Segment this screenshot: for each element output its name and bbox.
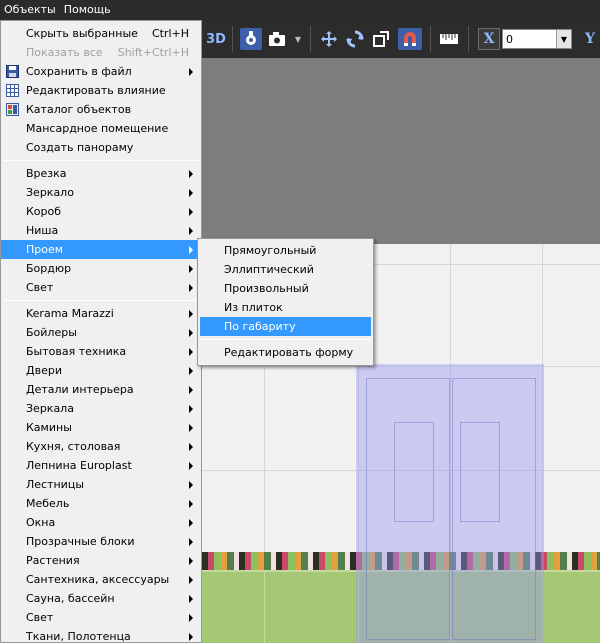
menubar: Объекты Помощь [0, 0, 600, 20]
menu-item-catalog-12[interactable]: Прозрачные блоки [1, 532, 201, 551]
menu-item-show-all: Показать все Shift+Ctrl+H [26, 46, 189, 59]
submenu-item-elliptical[interactable]: Эллиптический [200, 260, 371, 279]
grid-icon [6, 84, 19, 97]
menu-item-niche[interactable]: Ниша [1, 221, 201, 240]
submenu-arrow-icon [189, 500, 193, 508]
door-opening-preview[interactable] [356, 364, 544, 643]
menu-item-catalog-1[interactable]: Бойлеры [1, 323, 201, 342]
submenu-item-rectangular[interactable]: Прямоугольный [200, 241, 371, 260]
submenu-arrow-icon [189, 348, 193, 356]
submenu-arrow-icon [189, 246, 193, 254]
menu-item-object-catalog[interactable]: Каталог объектов [1, 100, 201, 119]
submenu-arrow-icon [189, 310, 193, 318]
scale-icon[interactable] [370, 28, 392, 50]
toolbar: 3D ▼ X 0 ▼ Y [202, 20, 600, 58]
menu-item-opening[interactable]: Проем [1, 240, 201, 259]
magnet-icon[interactable] [398, 28, 422, 50]
menu-item-catalog-14[interactable]: Сантехника, аксессуары [1, 570, 201, 589]
menu-item-catalog-0[interactable]: Kerama Marazzi [1, 304, 201, 323]
submenu-arrow-icon [189, 424, 193, 432]
menu-item-catalog-5[interactable]: Зеркала [1, 399, 201, 418]
x-value[interactable]: 0 [503, 33, 556, 46]
menu-item-insert[interactable]: Врезка [1, 164, 201, 183]
submenu-arrow-icon [189, 284, 193, 292]
x-axis-label: X [478, 28, 500, 50]
light-bulb-icon[interactable] [240, 28, 262, 50]
submenu-arrow-icon [189, 595, 193, 603]
move-icon[interactable] [318, 28, 340, 50]
submenu-arrow-icon [189, 576, 193, 584]
chevron-down-icon[interactable]: ▼ [556, 30, 571, 48]
menu-item-catalog-3[interactable]: Двери [1, 361, 201, 380]
menu-separator [3, 300, 199, 301]
menu-help[interactable]: Помощь [60, 0, 115, 20]
toolbar-separator [232, 26, 233, 52]
submenu-arrow-icon [189, 557, 193, 565]
submenu-arrow-icon [189, 386, 193, 394]
menu-item-save-to-file[interactable]: Сохранить в файл [1, 62, 201, 81]
menu-separator [200, 339, 371, 340]
ruler-icon[interactable] [438, 28, 460, 50]
submenu-arrow-icon [189, 405, 193, 413]
menu-item-catalog-13[interactable]: Растения [1, 551, 201, 570]
submenu-item-arbitrary[interactable]: Произвольный [200, 279, 371, 298]
menu-item-attic-room[interactable]: Мансардное помещение [1, 119, 201, 138]
x-value-combobox[interactable]: 0 ▼ [502, 29, 572, 49]
save-icon [6, 65, 19, 78]
submenu-arrow-icon [189, 538, 193, 546]
submenu-arrow-icon [189, 367, 193, 375]
menu-separator [3, 160, 199, 161]
objects-menu: Скрыть выбранные Ctrl+H Показать все Shi… [0, 20, 202, 643]
menu-item-border[interactable]: Бордюр [1, 259, 201, 278]
submenu-item-by-dimensions[interactable]: По габариту [200, 317, 371, 336]
submenu-arrow-icon [189, 329, 193, 337]
toolbar-separator [310, 26, 311, 52]
submenu-arrow-icon [189, 443, 193, 451]
submenu-arrow-icon [189, 481, 193, 489]
menu-item-catalog-6[interactable]: Камины [1, 418, 201, 437]
menu-item-catalog-9[interactable]: Лестницы [1, 475, 201, 494]
camera-dropdown-icon[interactable]: ▼ [292, 28, 304, 50]
rotate-icon[interactable] [344, 28, 366, 50]
menu-item-catalog-17[interactable]: Ткани, Полотенца [1, 627, 201, 642]
submenu-arrow-icon [189, 227, 193, 235]
catalog-icon [6, 103, 19, 116]
menu-item-mirror[interactable]: Зеркало [1, 183, 201, 202]
submenu-arrow-icon [189, 189, 193, 197]
menu-item-catalog-8[interactable]: Лепнина Europlast [1, 456, 201, 475]
menu-item-catalog-15[interactable]: Сауна, бассейн [1, 589, 201, 608]
opening-submenu: Прямоугольный Эллиптический Произвольный… [197, 238, 374, 366]
menu-item-catalog-7[interactable]: Кухня, столовая [1, 437, 201, 456]
submenu-arrow-icon [189, 633, 193, 641]
menu-item-box[interactable]: Короб [1, 202, 201, 221]
submenu-arrow-icon [189, 208, 193, 216]
submenu-arrow-icon [189, 519, 193, 527]
menu-item-create-panorama[interactable]: Создать панораму [1, 138, 201, 157]
menu-objects[interactable]: Объекты [0, 0, 60, 20]
submenu-arrow-icon [189, 265, 193, 273]
submenu-item-edit-shape[interactable]: Редактировать форму [200, 343, 371, 362]
toolbar-separator [430, 26, 431, 52]
menu-item-catalog-2[interactable]: Бытовая техника [1, 342, 201, 361]
menu-item-hide-selected[interactable]: Скрыть выбранные Ctrl+H [1, 24, 201, 43]
catalog-list: Kerama Marazzi Бойлеры Бытовая техника Двер… [1, 304, 201, 642]
menu-item-light[interactable]: Свет [1, 278, 201, 297]
menu-item-edit-influence[interactable]: Редактировать влияние [1, 81, 201, 100]
submenu-arrow-icon [189, 68, 193, 76]
toolbar-separator [468, 26, 469, 52]
submenu-item-from-tiles[interactable]: Из плиток [200, 298, 371, 317]
y-axis-label: Y [585, 31, 595, 47]
menu-item-catalog-4[interactable]: Детали интерьера [1, 380, 201, 399]
menu-item-catalog-11[interactable]: Окна [1, 513, 201, 532]
camera-icon[interactable] [266, 28, 288, 50]
view-3d-button[interactable]: 3D [204, 28, 228, 50]
submenu-arrow-icon [189, 614, 193, 622]
menu-item-catalog-10[interactable]: Мебель [1, 494, 201, 513]
menu-item-catalog-16[interactable]: Свет [1, 608, 201, 627]
submenu-arrow-icon [189, 462, 193, 470]
submenu-arrow-icon [189, 170, 193, 178]
